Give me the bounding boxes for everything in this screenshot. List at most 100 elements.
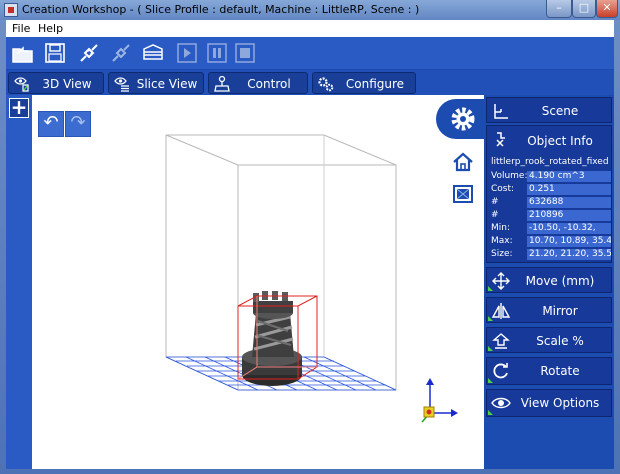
info-key: Min: [491,223,511,233]
stop-button[interactable] [232,40,258,66]
rotate-icon [493,363,508,379]
info-row-polys: # 210896 [491,210,611,222]
info-value: 4.190 cm^3 [527,171,611,182]
view-options-button-label: View Options [520,396,600,410]
rook-model[interactable] [242,291,302,386]
info-row-max: Max: 10.70, 10.89, 35.45 [491,236,611,248]
scene-button-label: Scene [541,104,579,118]
menu-bar: File Help [6,20,614,37]
app-window: Creation Workshop - ( Slice Profile : de… [0,0,620,474]
info-key: Size: [491,249,513,259]
stop-icon [235,43,255,63]
mirror-button[interactable]: Mirror [486,297,612,323]
undo-button[interactable]: ↶ [38,111,64,137]
info-row-volume: Volume: 4.190 cm^3 [491,171,611,183]
expand-indicator [488,378,493,383]
object-info-label: Object Info [527,134,593,148]
open-folder-icon [12,46,33,63]
pause-button[interactable] [204,40,230,66]
info-key: Volume: [491,171,528,181]
tab-control-label: Control [247,77,291,91]
scene-axes-icon [494,104,508,119]
menu-help[interactable]: Help [38,22,63,35]
object-info-header[interactable]: Object Info [487,126,611,152]
scene-canvas[interactable] [6,95,484,469]
title-bar[interactable]: Creation Workshop - ( Slice Profile : de… [0,0,620,20]
info-icon [496,132,505,147]
left-tool-strip: + [6,95,32,469]
eye-icon [491,397,511,409]
open-file-button[interactable] [10,40,36,66]
info-value: 210896 [527,210,611,221]
connect-button[interactable] [76,40,102,66]
scale-button-label: Scale % [536,334,584,348]
tab-slice-view[interactable]: Slice View [108,72,204,94]
expand-indicator [488,316,493,321]
scene-button[interactable]: Scene [486,97,612,123]
info-row-min: Min: -10.50, -10.32, [491,223,611,235]
object-info-panel: Object Info littlerp_rook_rotated_fixed … [486,125,612,263]
rotate-button[interactable]: Rotate [486,357,612,385]
info-row-size: Size: 21.20, 21.20, 35.50 [491,249,611,261]
expand-indicator [488,346,493,351]
tab-configure-label: Configure [345,77,405,91]
save-disk-icon [45,43,65,63]
pause-icon [207,43,227,63]
info-value: 0.251 [527,184,611,195]
info-key: # [491,197,499,207]
tab-3d-view[interactable]: 3D View [8,72,104,94]
add-object-button[interactable]: + [9,97,29,118]
close-button[interactable]: ✕ [596,0,618,18]
slice-view-icon [114,77,129,92]
gear-icon [451,107,475,131]
play-icon [177,43,197,63]
3d-view-icon [14,77,29,92]
rotate-button-label: Rotate [540,364,580,378]
info-value: -10.50, -10.32, [527,223,611,234]
tab-configure[interactable]: Configure [312,72,416,94]
move-arrows-icon [492,272,510,290]
redo-button[interactable]: ↷ [65,111,91,137]
play-button[interactable] [174,40,200,66]
disconnect-plug-icon [112,44,130,62]
menu-file[interactable]: File [12,22,30,35]
toolbar [6,37,614,69]
gear-tab[interactable] [436,99,484,139]
mirror-icon [491,303,511,319]
scale-button[interactable]: Scale % [486,327,612,353]
main-client-area: 3D View Slice View Control Configure + ↶… [6,37,614,469]
view-options-button[interactable]: View Options [486,389,612,417]
save-button[interactable] [42,40,68,66]
move-button[interactable]: Move (mm) [486,267,612,293]
app-icon [4,3,18,17]
joystick-icon [214,75,230,92]
info-value: 632688 [527,197,611,208]
slice-button[interactable] [140,40,166,66]
home-icon[interactable] [452,151,474,173]
object-name: littlerp_rook_rotated_fixed [491,157,609,167]
move-button-label: Move (mm) [525,274,595,288]
info-value: 10.70, 10.89, 35.45 [527,236,611,247]
gears-icon [318,77,334,92]
info-value: 21.20, 21.20, 35.50 [527,249,611,260]
mirror-button-label: Mirror [542,304,578,318]
disconnect-button[interactable] [108,40,134,66]
minimize-button[interactable]: – [546,0,572,18]
maximize-button[interactable]: □ [572,0,596,18]
expand-indicator [488,286,493,291]
info-row-points: # 632688 [491,197,611,209]
tab-slice-view-label: Slice View [136,77,198,91]
info-key: Cost: [491,184,515,194]
slice-layers-icon [143,44,163,60]
3d-viewport[interactable]: + ↶ ↷ [6,95,484,469]
info-row-cost: Cost: 0.251 [491,184,611,196]
right-panel: Scene Object Info littlerp_rook_rotated_… [484,95,614,469]
view-side-icons [436,95,484,469]
tab-control[interactable]: Control [208,72,308,94]
window-title: Creation Workshop - ( Slice Profile : de… [22,3,420,16]
connect-plug-icon [80,44,98,62]
view-tabs: 3D View Slice View Control Configure [6,70,614,95]
frame-view-icon[interactable] [452,183,474,205]
tab-3d-view-label: 3D View [42,77,92,91]
expand-indicator [488,410,493,415]
